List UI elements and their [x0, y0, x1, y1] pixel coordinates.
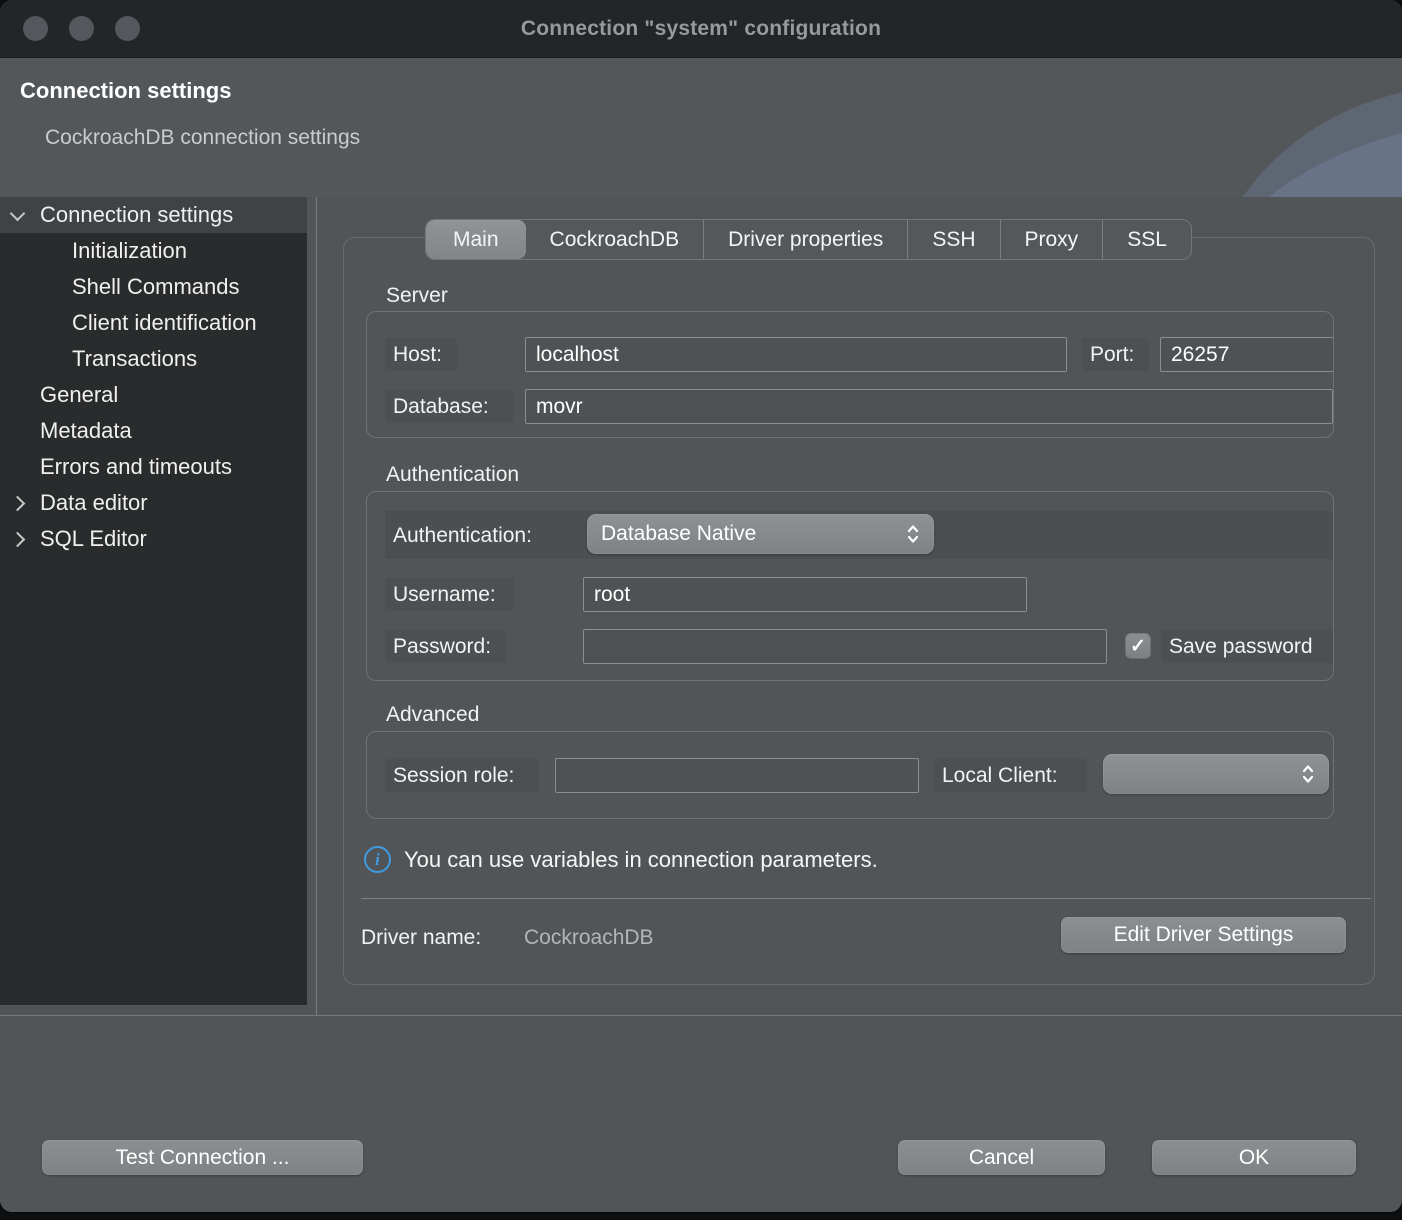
- session-role-label: Session role:: [385, 759, 539, 792]
- sidebar-item-initialization[interactable]: Initialization: [0, 233, 307, 269]
- host-label: Host:: [385, 338, 457, 371]
- username-input[interactable]: [583, 577, 1027, 612]
- password-input[interactable]: [583, 629, 1107, 664]
- server-section-title: Server: [386, 284, 448, 308]
- authentication-label: Authentication:: [385, 519, 562, 552]
- database-input[interactable]: [525, 389, 1333, 424]
- ok-button[interactable]: OK: [1152, 1140, 1356, 1175]
- chevron-right-icon[interactable]: [10, 532, 26, 548]
- session-role-input[interactable]: [555, 758, 919, 793]
- updown-chevron-icon: [1301, 763, 1315, 785]
- page-subtitle: CockroachDB connection settings: [45, 126, 360, 150]
- driver-name-label: Driver name:: [361, 926, 481, 950]
- password-label: Password:: [385, 630, 506, 663]
- port-input[interactable]: [1160, 337, 1334, 372]
- local-client-label: Local Client:: [934, 759, 1087, 792]
- port-label: Port:: [1082, 338, 1149, 371]
- tab-main[interactable]: Main: [426, 220, 526, 259]
- settings-tree: Connection settings Initialization Shell…: [0, 197, 307, 1005]
- page-title: Connection settings: [20, 78, 231, 104]
- settings-content: Main CockroachDB Driver properties SSH P…: [317, 197, 1402, 1015]
- save-password-label: Save password: [1161, 630, 1334, 663]
- save-password-checkbox[interactable]: ✓: [1125, 633, 1151, 659]
- tab-ssl[interactable]: SSL: [1102, 220, 1191, 259]
- tab-proxy[interactable]: Proxy: [1000, 220, 1103, 259]
- sidebar-item-errors-and-timeouts[interactable]: Errors and timeouts: [0, 449, 307, 485]
- connection-config-dialog: Connection "system" configuration Connec…: [0, 0, 1402, 1212]
- sidebar-item-general[interactable]: General: [0, 377, 307, 413]
- authentication-section-title: Authentication: [386, 463, 519, 487]
- sidebar-item-client-identification[interactable]: Client identification: [0, 305, 307, 341]
- divider: [361, 898, 1371, 899]
- advanced-groupbox: Session role: Local Client:: [366, 731, 1334, 819]
- cancel-button[interactable]: Cancel: [898, 1140, 1105, 1175]
- main-tab-panel: Server Host: Port: Database: Authenticat…: [343, 237, 1375, 985]
- window-title: Connection "system" configuration: [0, 17, 1402, 41]
- sidebar-item-data-editor[interactable]: Data editor: [0, 485, 307, 521]
- decorative-swoosh: [1202, 86, 1402, 197]
- test-connection-button[interactable]: Test Connection ...: [42, 1140, 363, 1175]
- driver-name-value: CockroachDB: [524, 926, 654, 950]
- sidebar-item-transactions[interactable]: Transactions: [0, 341, 307, 377]
- variables-hint-text: You can use variables in connection para…: [404, 847, 878, 873]
- updown-chevron-icon: [906, 523, 920, 545]
- chevron-down-icon[interactable]: [10, 206, 26, 222]
- edit-driver-settings-button[interactable]: Edit Driver Settings: [1061, 917, 1346, 953]
- server-groupbox: Host: Port: Database:: [366, 311, 1334, 438]
- sidebar-item-metadata[interactable]: Metadata: [0, 413, 307, 449]
- sidebar-item-sql-editor[interactable]: SQL Editor: [0, 521, 307, 557]
- sidebar-item-shell-commands[interactable]: Shell Commands: [0, 269, 307, 305]
- local-client-dropdown[interactable]: [1103, 754, 1329, 794]
- username-label: Username:: [385, 578, 514, 611]
- tab-cockroachdb[interactable]: CockroachDB: [526, 220, 704, 259]
- sidebar-item-connection-settings[interactable]: Connection settings: [0, 197, 307, 233]
- chevron-right-icon[interactable]: [10, 496, 26, 512]
- settings-sidebar: Connection settings Initialization Shell…: [0, 197, 317, 1015]
- title-bar: Connection "system" configuration: [0, 0, 1402, 58]
- advanced-section-title: Advanced: [386, 703, 479, 727]
- database-label: Database:: [385, 390, 513, 423]
- tab-ssh[interactable]: SSH: [907, 220, 999, 259]
- info-icon: i: [364, 846, 391, 873]
- dialog-header: Connection settings CockroachDB connecti…: [0, 58, 1402, 197]
- connection-tabs: Main CockroachDB Driver properties SSH P…: [425, 219, 1192, 260]
- tab-driver-properties[interactable]: Driver properties: [703, 220, 907, 259]
- authentication-groupbox: Authentication: Database Native Username…: [366, 491, 1334, 681]
- host-input[interactable]: [525, 337, 1067, 372]
- dialog-footer: Test Connection ... Cancel OK: [0, 1015, 1402, 1212]
- authentication-dropdown[interactable]: Database Native: [587, 514, 934, 554]
